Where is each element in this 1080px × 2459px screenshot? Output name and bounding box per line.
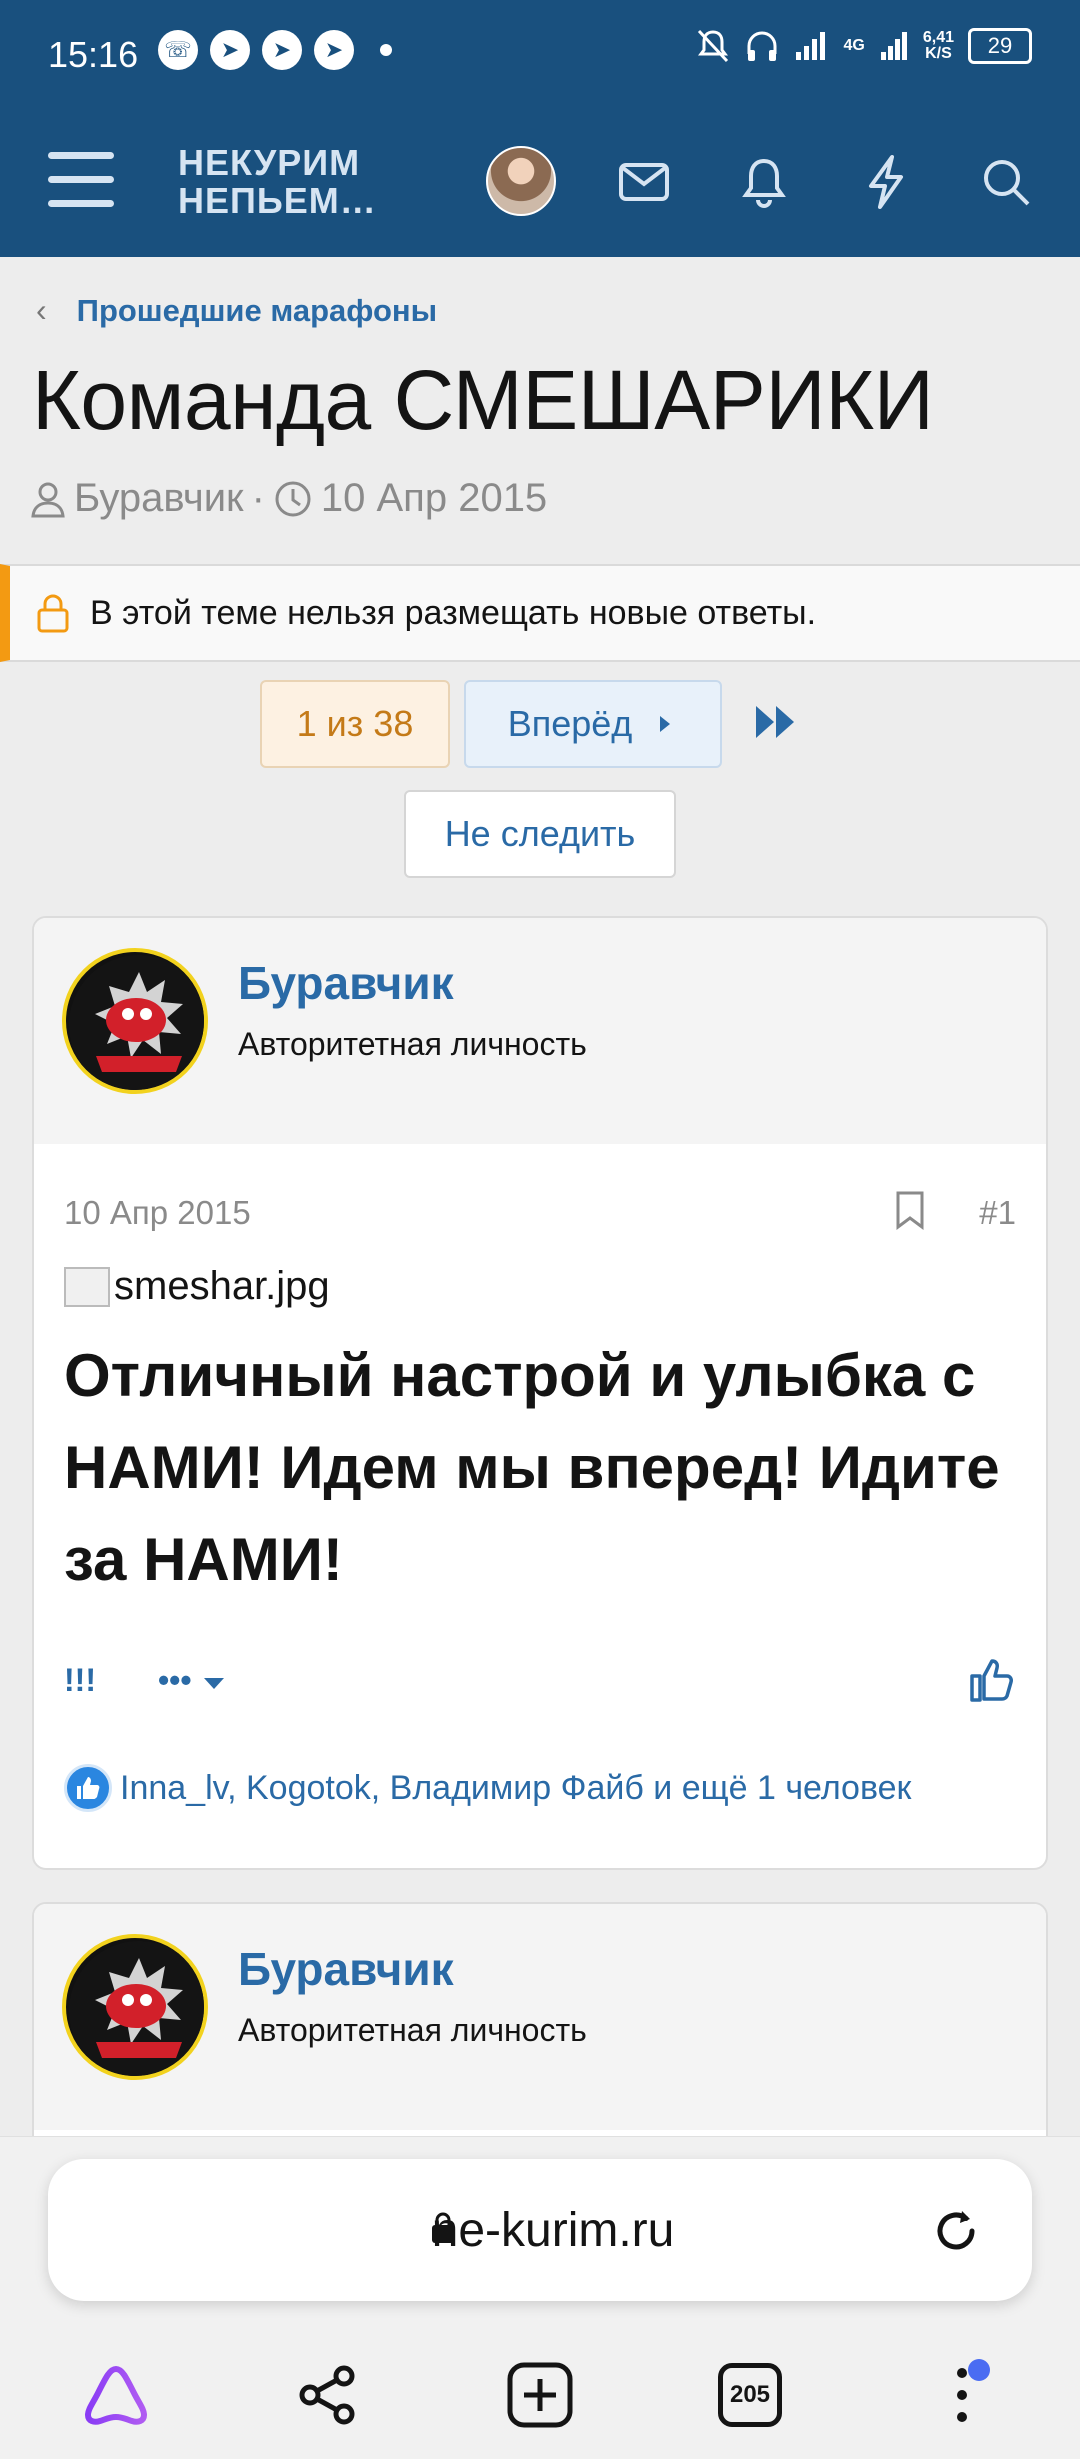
post-date[interactable]: 10 Апр 2015	[64, 1194, 251, 1232]
thread-author[interactable]: Буравчик	[74, 476, 244, 521]
last-page-icon[interactable]	[752, 700, 802, 744]
more-notifications-dot	[380, 44, 392, 56]
reactions-summary[interactable]: Inna_lv, Kogotok, Владимир Файб и ещё 1 …	[64, 1764, 911, 1812]
more-actions-button[interactable]: •••	[158, 1662, 229, 1699]
post-author-block: Буравчик Авторитетная личность	[34, 1904, 1046, 2130]
viber-icon: ☏	[158, 30, 198, 70]
thread-meta: Буравчик · 10 Апр 2015	[30, 476, 547, 521]
tabs-count: 205	[718, 2363, 782, 2427]
status-time: 15:16	[48, 34, 139, 75]
mute-bell-icon	[697, 29, 728, 63]
user-icon	[31, 482, 65, 517]
new-tab-plus-icon[interactable]	[504, 2359, 576, 2431]
broken-image-icon	[64, 1266, 110, 1307]
post-image[interactable]: smeshar.jpg	[64, 1264, 330, 1309]
author-avatar[interactable]	[62, 948, 208, 1094]
inbox-icon[interactable]	[612, 150, 676, 214]
post-author-role: Авторитетная личность	[238, 1026, 587, 1062]
url-text[interactable]: ne-kurim.ru	[48, 2203, 1032, 2258]
page-title: Команда СМЕШАРИКИ	[32, 353, 934, 447]
post-body: Отличный настрой и улыбка с НАМИ! Идем м…	[64, 1342, 1000, 1593]
next-page-button[interactable]: Вперёд	[464, 680, 722, 768]
bookmark-icon[interactable]	[894, 1190, 926, 1230]
site-logo[interactable]: НЕКУРИМ НЕПЬЕМ…	[178, 144, 377, 220]
like-thumb-icon[interactable]	[968, 1656, 1016, 1704]
menu-icon[interactable]	[48, 152, 114, 212]
post-actions: !!! •••	[64, 1662, 228, 1699]
telegram-icon: ➤	[262, 30, 302, 70]
share-icon[interactable]	[292, 2359, 364, 2431]
reactions-text[interactable]: Inna_lv, Kogotok, Владимир Файб и ещё 1 …	[120, 1769, 911, 1808]
tabs-button[interactable]: 205	[714, 2359, 786, 2431]
whats-new-bolt-icon[interactable]	[854, 150, 918, 214]
more-actions-label: •••	[157, 1662, 192, 1698]
page-selector[interactable]: 1 из 38	[260, 680, 450, 768]
reaction-link[interactable]: !!!	[64, 1662, 96, 1699]
unwatch-button[interactable]: Не следить	[404, 790, 676, 878]
lock-icon	[37, 594, 69, 633]
alerts-bell-icon[interactable]	[732, 150, 796, 214]
post-image-alt: smeshar.jpg	[114, 1264, 330, 1308]
status-bar: 15:16 ☏ ➤ ➤ ➤ 4G 6,41 K/S 29	[0, 0, 1080, 110]
signal-icon	[880, 32, 907, 60]
notification-dot	[968, 2359, 990, 2381]
alice-assistant-icon[interactable]	[80, 2359, 152, 2431]
post-number[interactable]: #1	[979, 1194, 1016, 1232]
site-header: НЕКУРИМ НЕПЬЕМ…	[0, 110, 1080, 257]
meta-separator: ·	[251, 476, 265, 520]
breadcrumb-link[interactable]: Прошедшие марафоны	[77, 293, 437, 329]
clock-icon	[275, 481, 311, 516]
network-speed: 6,41 K/S	[923, 30, 954, 62]
locked-notice: В этой теме нельзя размещать новые ответ…	[0, 564, 1080, 662]
telegram-icon: ➤	[210, 30, 250, 70]
post-author-block: Буравчик Авторитетная личность	[34, 918, 1046, 1144]
logo-line-2: НЕПЬЕМ…	[178, 180, 377, 221]
author-avatar[interactable]	[62, 1934, 208, 2080]
chevron-left-icon: ‹	[36, 292, 47, 328]
logo-line-1: НЕКУРИМ	[178, 142, 361, 183]
search-icon[interactable]	[974, 150, 1038, 214]
network-speed-value: 6,41	[922, 29, 954, 46]
system-icons: 4G 6,41 K/S 29	[696, 28, 1032, 64]
user-avatar[interactable]	[486, 146, 556, 216]
next-page-label: Вперёд	[507, 703, 633, 744]
breadcrumb[interactable]: ‹ Прошедшие марафоны	[36, 292, 437, 329]
telegram-icon: ➤	[314, 30, 354, 70]
post-author-name[interactable]: Буравчик	[238, 956, 454, 1010]
locked-notice-text: В этой теме нельзя размещать новые ответ…	[90, 593, 817, 632]
thread-date[interactable]: 10 Апр 2015	[321, 476, 547, 521]
reload-icon[interactable]	[928, 2203, 984, 2259]
more-menu-icon[interactable]	[926, 2359, 998, 2431]
network-speed-unit: K/S	[925, 45, 952, 62]
notification-icons: ☏ ➤ ➤ ➤	[158, 30, 392, 70]
address-bar[interactable]: ne-kurim.ru	[48, 2159, 1032, 2301]
browser-toolbar: ne-kurim.ru 205	[0, 2136, 1080, 2459]
post-author-name[interactable]: Буравчик	[238, 1942, 454, 1996]
network-type: 4G	[843, 37, 865, 54]
post-author-role: Авторитетная личность	[238, 2012, 587, 2048]
battery-indicator: 29	[968, 28, 1032, 64]
browser-navbar: 205	[0, 2343, 1080, 2443]
caret-right-icon	[660, 716, 671, 732]
post-card: Буравчик Авторитетная личность	[32, 1902, 1048, 2162]
headphones-icon	[747, 31, 777, 61]
caret-down-icon	[204, 1678, 225, 1689]
signal-icon	[795, 32, 825, 60]
post-card: Буравчик Авторитетная личность 10 Апр 20…	[32, 916, 1048, 1870]
like-reaction-icon	[64, 1764, 112, 1812]
